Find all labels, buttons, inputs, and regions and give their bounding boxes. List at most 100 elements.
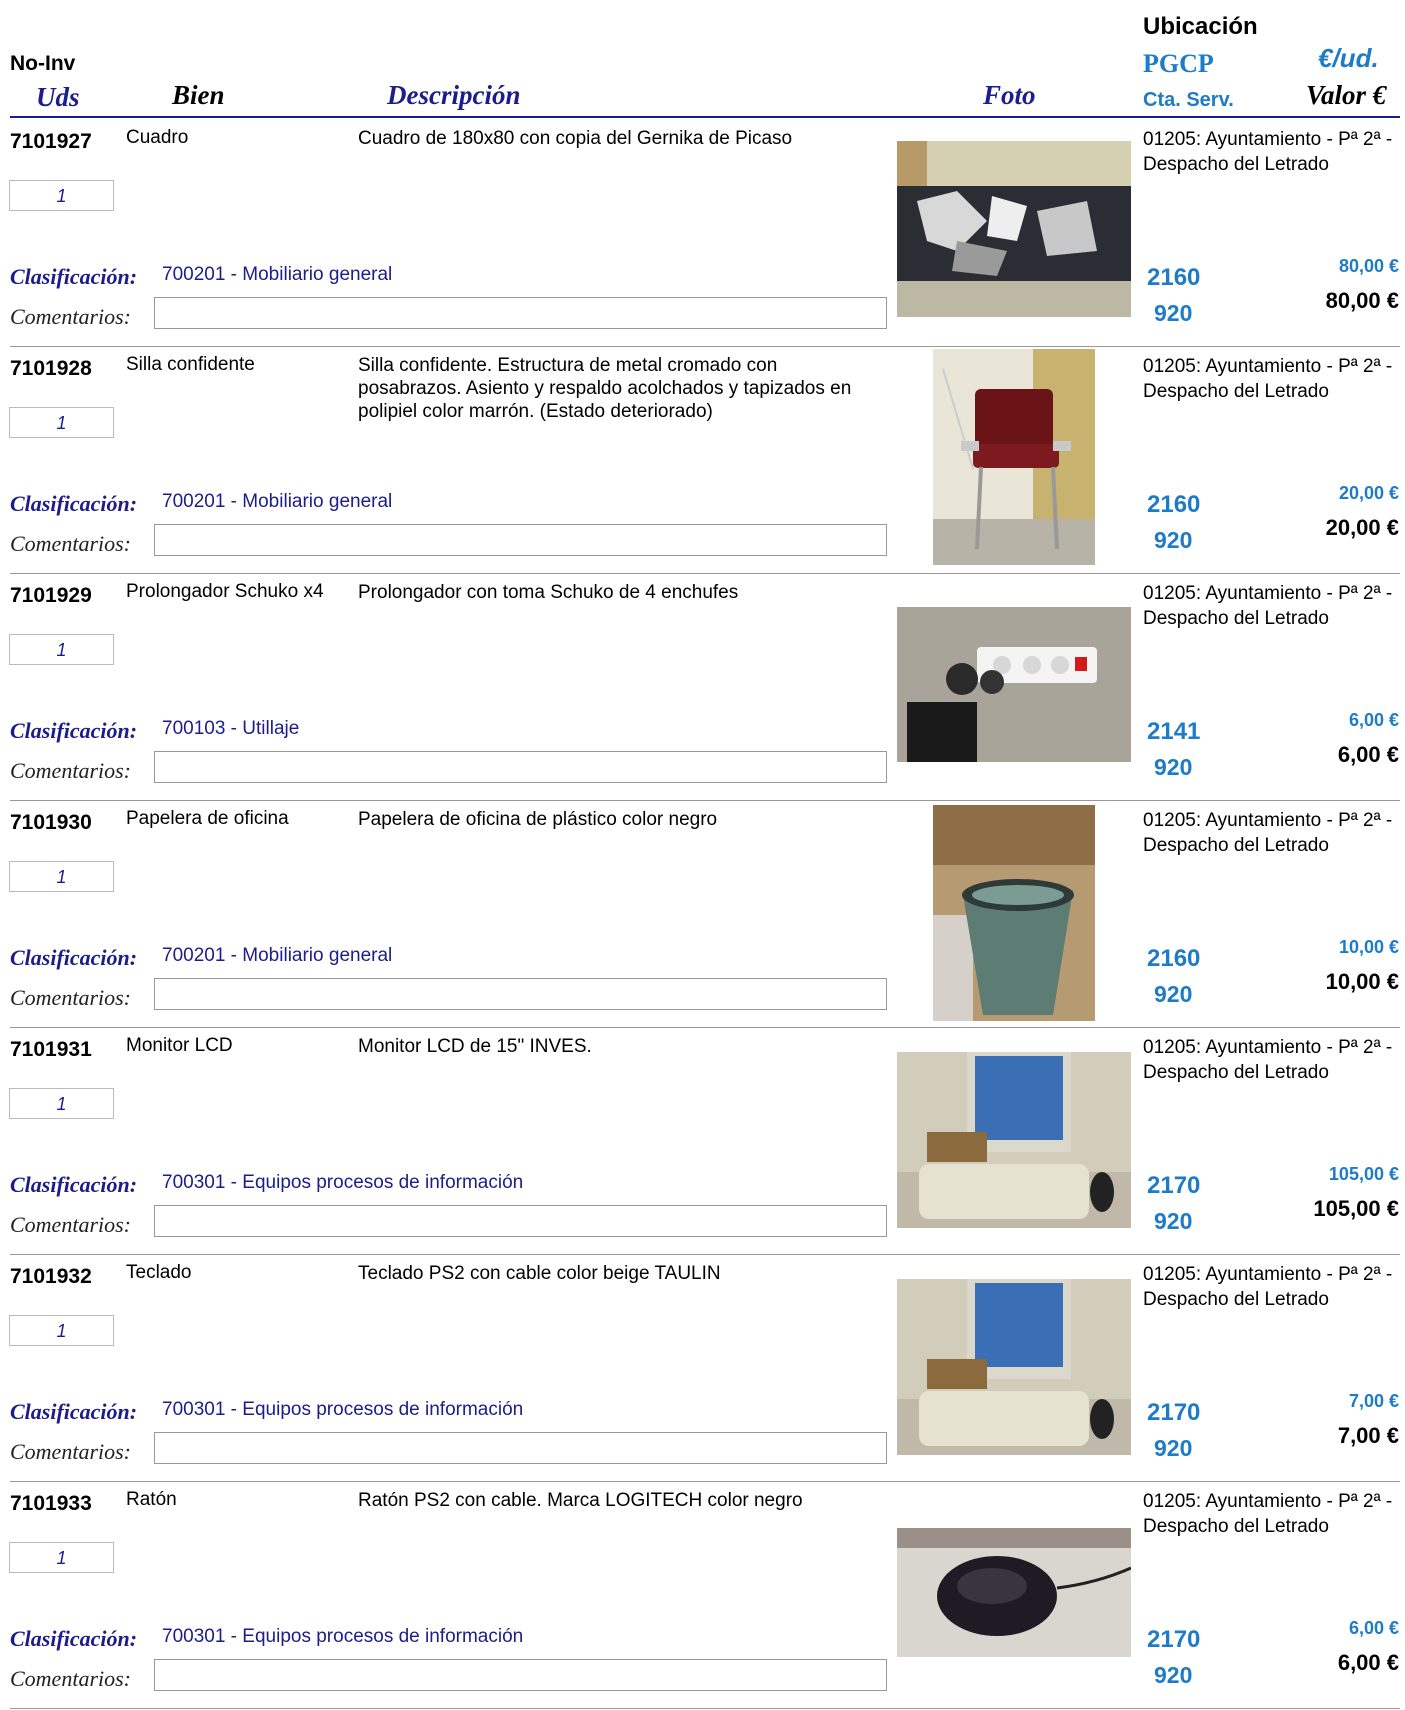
uds-field[interactable]: 1 [9, 634, 114, 665]
bien-name: Monitor LCD [126, 1035, 233, 1056]
comentarios-label: Comentarios: [10, 1439, 131, 1464]
ubicacion-value: 01205: Ayuntamiento - Pª 2ª - Despacho d… [1143, 1037, 1393, 1083]
eur-ud-value: 105,00 € [1328, 1164, 1399, 1184]
no-inv: 7101927 [10, 130, 92, 153]
row-divider [10, 1481, 1400, 1482]
header-eur-ud: €/ud. [1318, 43, 1379, 73]
bien-name: Papelera de oficina [126, 808, 289, 829]
header-cta-serv: Cta. Serv. [1143, 89, 1234, 111]
eur-ud-value: 10,00 € [1338, 937, 1399, 957]
clasificacion-value: 700301 - Equipos procesos de información [162, 1626, 524, 1647]
pgcp-value: 2170 [1147, 1172, 1201, 1199]
comentarios-field[interactable] [154, 1432, 887, 1464]
inventory-row: 7101931 Monitor LCD Monitor LCD de 15" I… [0, 1030, 1405, 1256]
row-divider [10, 1027, 1400, 1028]
pgcp-value: 2170 [1147, 1399, 1201, 1426]
inventory-row: 7101930 Papelera de oficina Papelera de … [0, 803, 1405, 1029]
comentarios-field[interactable] [154, 297, 887, 329]
no-inv: 7101932 [10, 1265, 92, 1288]
bien-name: Ratón [126, 1489, 177, 1510]
eur-ud-value: 6,00 € [1348, 710, 1399, 730]
power-strip-photo [897, 607, 1131, 762]
chair-photo [933, 349, 1095, 565]
inventory-row: 7101929 Prolongador Schuko x4 Prolongado… [0, 576, 1405, 802]
uds-field[interactable]: 1 [9, 1542, 114, 1573]
valor-value: 105,00 € [1313, 1196, 1399, 1221]
cta-serv-value: 920 [1154, 1662, 1193, 1688]
row-divider [10, 1254, 1400, 1255]
pgcp-value: 2160 [1147, 945, 1201, 972]
ubicacion-value: 01205: Ayuntamiento - Pª 2ª - Despacho d… [1143, 810, 1393, 856]
descripcion: Silla confidente. Estructura de metal cr… [358, 355, 852, 422]
uds-field[interactable]: 1 [9, 1088, 114, 1119]
ubicacion-value: 01205: Ayuntamiento - Pª 2ª - Despacho d… [1143, 1491, 1393, 1537]
keyboard-photo [897, 1279, 1131, 1455]
clasificacion-value: 700301 - Equipos procesos de información [162, 1399, 524, 1420]
valor-value: 6,00 € [1337, 1650, 1399, 1675]
comentarios-label: Comentarios: [10, 304, 131, 329]
comentarios-field[interactable] [154, 524, 887, 556]
uds-value: 1 [56, 1321, 67, 1341]
cta-serv-value: 920 [1154, 1208, 1193, 1234]
pgcp-value: 2160 [1147, 264, 1201, 291]
comentarios-label: Comentarios: [10, 1212, 131, 1237]
clasificacion-label: Clasificación: [10, 1626, 138, 1651]
comentarios-label: Comentarios: [10, 1666, 131, 1691]
comentarios-field[interactable] [154, 1659, 887, 1691]
header-divider [10, 116, 1400, 118]
painting-photo [897, 141, 1131, 317]
ubicacion-value: 01205: Ayuntamiento - Pª 2ª - Despacho d… [1143, 1264, 1393, 1310]
header-uds: Uds [36, 82, 80, 112]
ubicacion-value: 01205: Ayuntamiento - Pª 2ª - Despacho d… [1143, 129, 1393, 175]
valor-value: 7,00 € [1337, 1423, 1399, 1448]
descripcion: Teclado PS2 con cable color beige TAULIN [358, 1263, 721, 1284]
header-pgcp: PGCP [1143, 49, 1214, 78]
bien-name: Prolongador Schuko x4 [126, 581, 324, 602]
clasificacion-label: Clasificación: [10, 945, 138, 970]
header-no-inv: No-Inv [10, 52, 76, 75]
cta-serv-value: 920 [1154, 754, 1193, 780]
comentarios-label: Comentarios: [10, 758, 131, 783]
header-bien: Bien [172, 80, 225, 110]
bien-name: Cuadro [126, 127, 189, 148]
clasificacion-label: Clasificación: [10, 491, 138, 516]
descripcion: Papelera de oficina de plástico color ne… [358, 809, 718, 830]
descripcion: Ratón PS2 con cable. Marca LOGITECH colo… [358, 1490, 803, 1511]
cta-serv-value: 920 [1154, 300, 1193, 326]
eur-ud-value: 6,00 € [1348, 1618, 1399, 1638]
inventory-row: 7101927 Cuadro Cuadro de 180x80 con copi… [0, 122, 1405, 348]
row-divider [10, 573, 1400, 574]
uds-field[interactable]: 1 [9, 861, 114, 892]
clasificacion-value: 700103 - Utillaje [162, 718, 300, 739]
descripcion: Cuadro de 180x80 con copia del Gernika d… [358, 128, 793, 149]
no-inv: 7101928 [10, 357, 92, 380]
ubicacion-value: 01205: Ayuntamiento - Pª 2ª - Despacho d… [1143, 583, 1393, 629]
header-descripcion: Descripción [387, 80, 521, 110]
uds-field[interactable]: 1 [9, 180, 114, 211]
pgcp-value: 2160 [1147, 491, 1201, 518]
descripcion: Prolongador con toma Schuko de 4 enchufe… [358, 582, 739, 603]
ubicacion-value: 01205: Ayuntamiento - Pª 2ª - Despacho d… [1143, 356, 1393, 402]
uds-field[interactable]: 1 [9, 407, 114, 438]
uds-value: 1 [56, 186, 67, 206]
valor-value: 80,00 € [1325, 288, 1399, 313]
clasificacion-value: 700201 - Mobiliario general [162, 945, 393, 966]
header-ubicacion: Ubicación [1143, 13, 1258, 40]
bien-name: Silla confidente [126, 354, 255, 375]
eur-ud-value: 7,00 € [1348, 1391, 1399, 1411]
comentarios-field[interactable] [154, 1205, 887, 1237]
eur-ud-value: 20,00 € [1338, 483, 1399, 503]
clasificacion-value: 700201 - Mobiliario general [162, 264, 393, 285]
no-inv: 7101931 [10, 1038, 92, 1061]
clasificacion-value: 700201 - Mobiliario general [162, 491, 393, 512]
inventory-row: 7101933 Ratón Ratón PS2 con cable. Marca… [0, 1484, 1405, 1710]
valor-value: 20,00 € [1325, 515, 1399, 540]
clasificacion-label: Clasificación: [10, 1172, 138, 1197]
comentarios-field[interactable] [154, 978, 887, 1010]
comentarios-field[interactable] [154, 751, 887, 783]
header-foto: Foto [983, 80, 1036, 110]
uds-field[interactable]: 1 [9, 1315, 114, 1346]
uds-value: 1 [56, 413, 67, 433]
no-inv: 7101929 [10, 584, 92, 607]
descripcion: Monitor LCD de 15" INVES. [358, 1036, 592, 1057]
